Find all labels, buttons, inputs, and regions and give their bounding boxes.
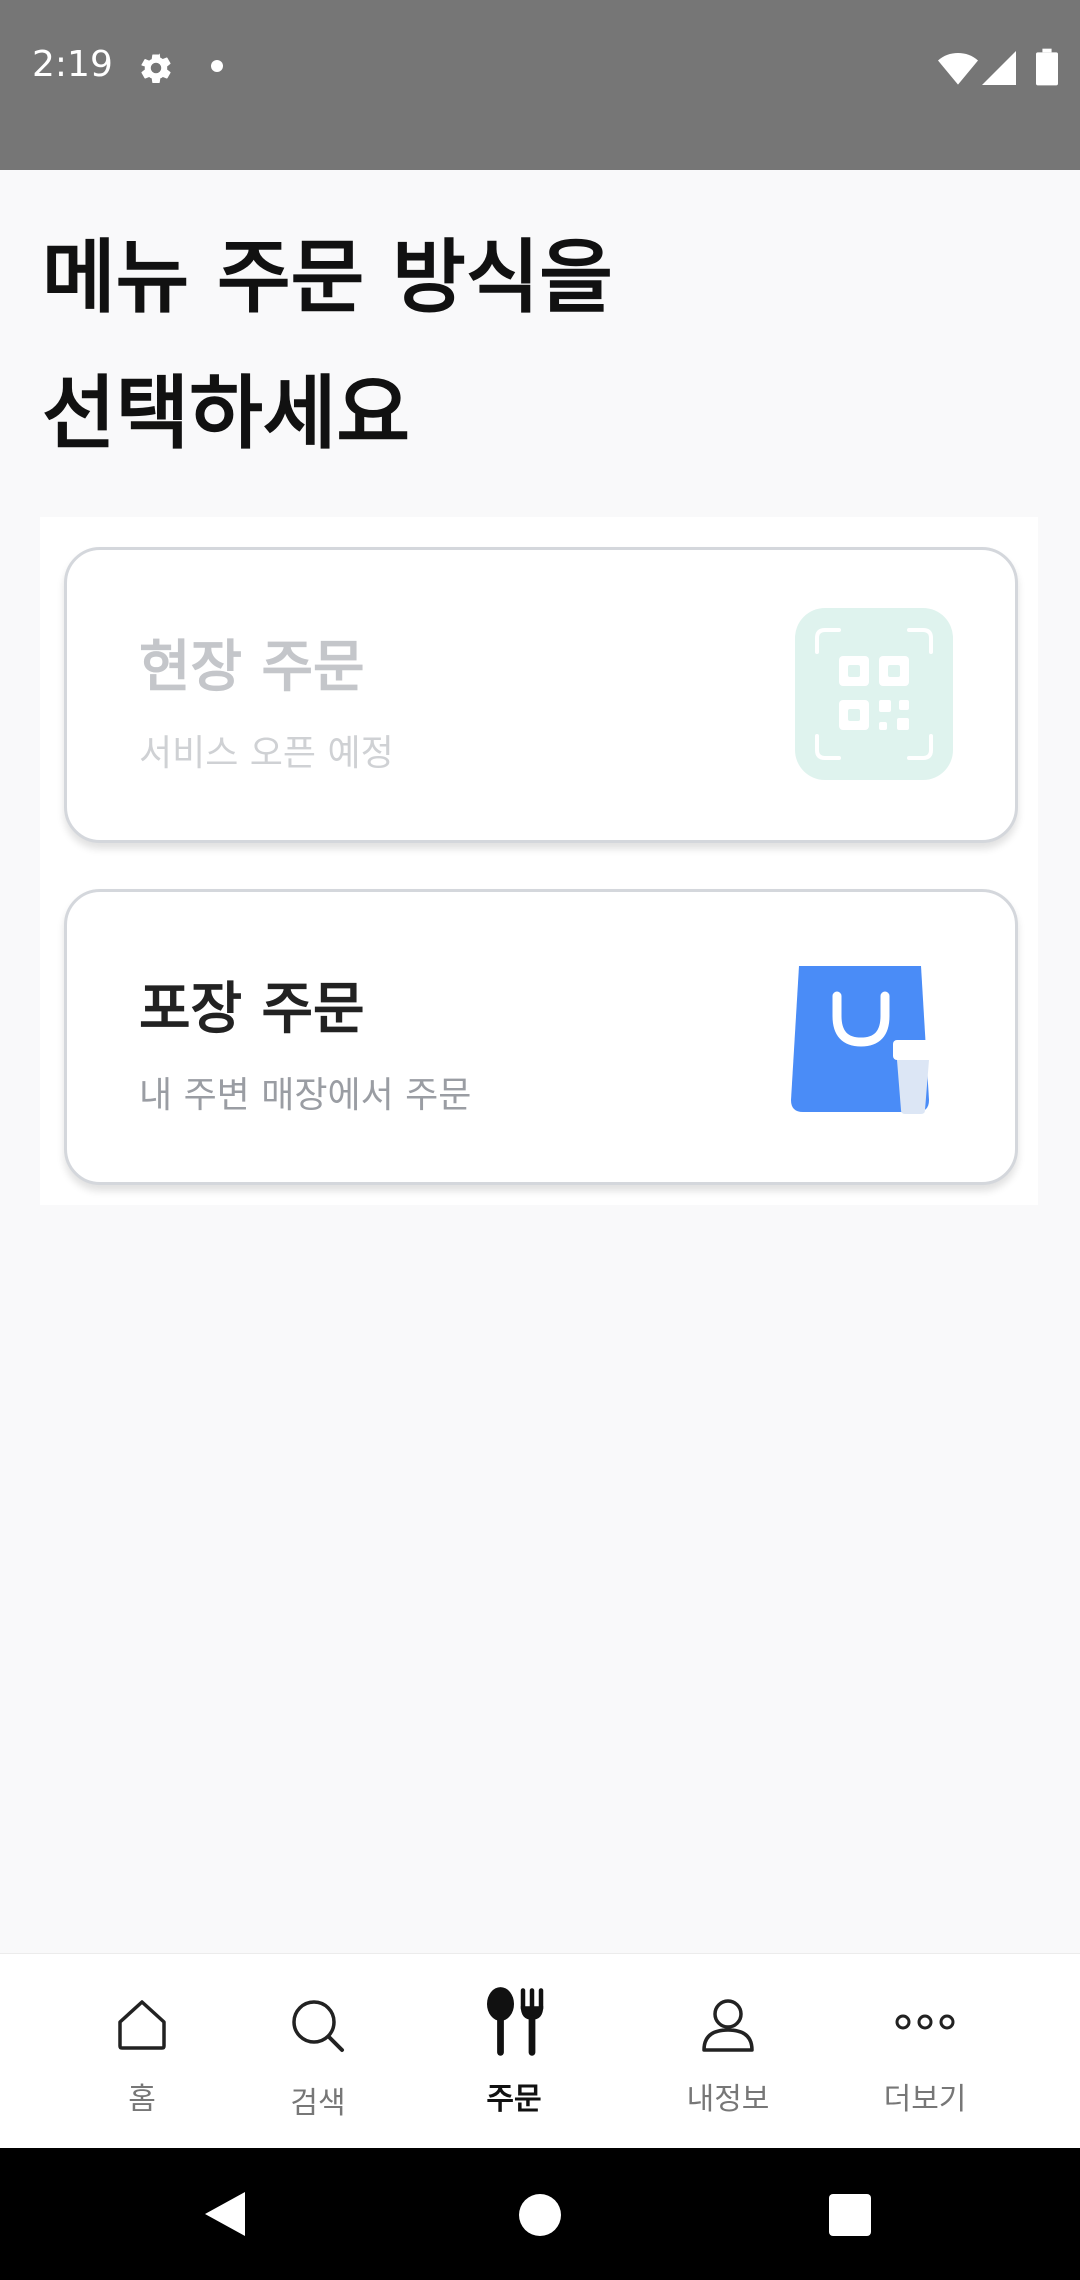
takeout-order-subtitle: 내 주변 매장에서 주문 — [139, 1075, 472, 1116]
home-button-icon[interactable] — [519, 2194, 561, 2236]
settings-gear-icon — [141, 53, 171, 84]
bottom-navigation: 홈 검색 주문 내정보 더보기 — [0, 1953, 1080, 2148]
status-bar: 2:19 — [0, 0, 1080, 170]
takeout-order-title: 포장 주문 — [139, 977, 365, 1042]
page-title-line1: 메뉴 주문 방식을 — [42, 231, 613, 324]
nav-order-label: 주문 — [486, 2082, 542, 2117]
system-navigation-bar — [0, 2148, 1080, 2280]
shopping-bag-icon — [791, 966, 933, 1114]
home-icon — [118, 2000, 166, 2050]
onsite-order-subtitle: 서비스 오픈 예정 — [139, 733, 394, 774]
onsite-order-title: 현장 주문 — [139, 635, 365, 700]
nav-more-label: 더보기 — [883, 2082, 967, 2117]
takeout-order-card[interactable]: 포장 주문 내 주변 매장에서 주문 — [64, 889, 1018, 1185]
status-time: 2:19 — [32, 44, 113, 85]
page-title-line2: 선택하세요 — [42, 367, 410, 460]
recents-icon[interactable] — [829, 2194, 871, 2236]
nav-my-info[interactable]: 내정보 — [638, 1954, 818, 2149]
nav-more[interactable]: 더보기 — [835, 1954, 1015, 2149]
battery-icon — [1036, 48, 1058, 86]
nav-search[interactable]: 검색 — [228, 1954, 408, 2149]
nav-order[interactable]: 주문 — [424, 1954, 604, 2149]
search-icon — [292, 2000, 344, 2052]
nav-home-label: 홈 — [128, 2082, 156, 2117]
signal-icon — [982, 51, 1016, 85]
page-title: 메뉴 주문 방식을 선택하세요 — [42, 210, 942, 482]
wifi-icon — [938, 53, 978, 85]
more-dots-icon — [895, 2014, 955, 2030]
fork-spoon-icon — [487, 1987, 544, 2056]
nav-home[interactable]: 홈 — [52, 1954, 232, 2149]
nav-my-info-label: 내정보 — [686, 2082, 770, 2117]
order-method-list: 현장 주문 서비스 오픈 예정 포장 주문 내 주변 매장에서 주문 — [40, 517, 1038, 1205]
back-icon[interactable] — [205, 2192, 245, 2236]
qr-code-icon — [795, 608, 953, 780]
nav-search-label: 검색 — [290, 2086, 346, 2121]
onsite-order-card[interactable]: 현장 주문 서비스 오픈 예정 — [64, 547, 1018, 843]
person-icon — [702, 1999, 754, 2052]
notification-dot-icon — [211, 60, 223, 72]
